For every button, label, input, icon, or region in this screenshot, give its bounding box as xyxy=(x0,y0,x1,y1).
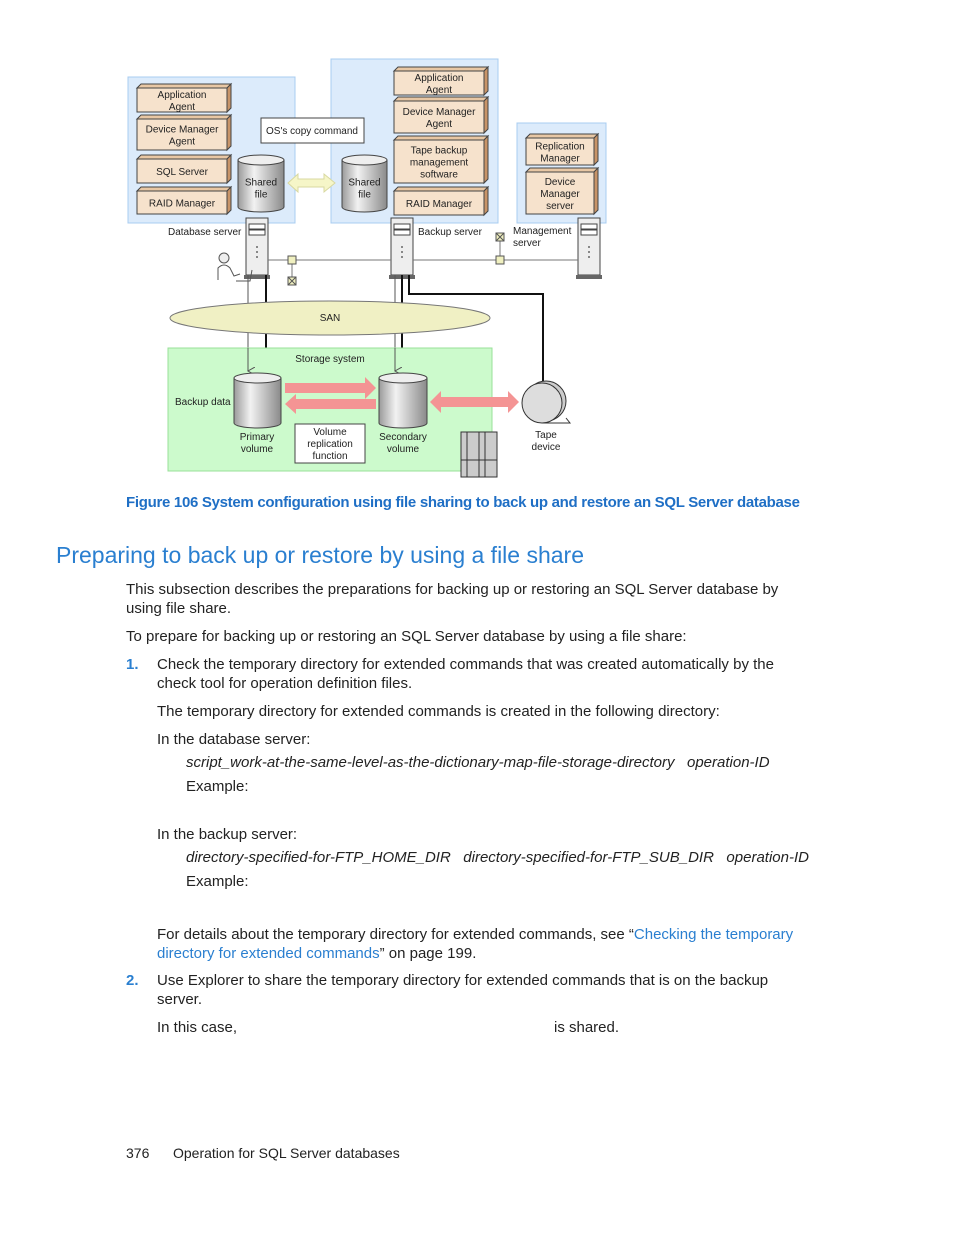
component-label: SQL Server xyxy=(156,167,209,178)
intro-paragraph: This subsection describes the preparatio… xyxy=(126,581,779,617)
network-terminator-icon xyxy=(495,232,505,242)
figure-caption: Figure 106 System configuration using fi… xyxy=(126,494,800,511)
software-component-box: Application Agent xyxy=(135,82,233,114)
san-label: SAN xyxy=(320,313,341,324)
case-text-end: is shared. xyxy=(554,1019,620,1036)
database-server-label: Database server xyxy=(168,227,242,238)
details-paragraph: For details about the temporary director… xyxy=(157,925,807,963)
software-component-box: Application Agent xyxy=(392,65,490,97)
secondary-volume-cylinder xyxy=(378,372,428,429)
shared-file-cylinder: Shared file xyxy=(341,154,388,213)
database-server-heading: In the database server: xyxy=(157,731,311,748)
tape-device-icon xyxy=(521,380,572,424)
step-paragraph: The temporary directory for extended com… xyxy=(157,703,720,720)
step-text: Check the temporary directory for extend… xyxy=(157,656,774,692)
software-component-box: RAID Manager xyxy=(392,185,490,217)
component-label: Replication Manager xyxy=(535,142,584,165)
software-component-box: Device Manager server xyxy=(524,166,600,216)
software-component-box: RAID Manager xyxy=(135,185,233,216)
disk-array-icon xyxy=(460,431,498,478)
network-hub xyxy=(287,255,297,265)
section-title: Preparing to back up or restore by using… xyxy=(56,542,585,568)
volume-replication-label: Volume replication function xyxy=(307,427,353,462)
example-label: Example: xyxy=(186,778,249,795)
software-component-box: Replication Manager xyxy=(524,132,600,167)
software-component-box: Device Manager Agent xyxy=(135,113,233,152)
details-text: ” on page 199. xyxy=(379,945,477,962)
server-tower-icon xyxy=(389,217,415,279)
shared-file-cylinder: Shared file xyxy=(237,154,285,213)
details-text: For details about the temporary director… xyxy=(157,926,634,943)
system-configuration-diagram: Application AgentDevice Manager AgentSQL S… xyxy=(127,58,607,478)
intro-paragraph-2: To prepare for backing up or restoring a… xyxy=(126,628,687,645)
backup-server-label: Backup server xyxy=(418,227,483,238)
example-label: Example: xyxy=(186,873,249,890)
page-number: 376 xyxy=(126,1145,150,1161)
network-hub xyxy=(495,255,505,265)
copy-double-arrow xyxy=(287,172,336,194)
software-component-box: Tape backup management software xyxy=(392,134,490,185)
step-text: Use Explorer to share the temporary dire… xyxy=(157,972,769,1008)
step-number: 1. xyxy=(126,656,139,673)
backup-data-label: Backup data xyxy=(175,397,231,408)
component-label: RAID Manager xyxy=(149,199,216,210)
backup-server-path: directory-specified-for-FTP_HOME_DIR dir… xyxy=(186,849,809,866)
copy-command-label: OS's copy command xyxy=(266,126,358,137)
server-tower-icon xyxy=(576,217,602,279)
database-server-path: script_work-at-the-same-level-as-the-dic… xyxy=(186,754,770,771)
backup-server-heading: In the backup server: xyxy=(157,826,298,843)
case-text: In this case, xyxy=(157,1019,238,1036)
storage-system-label: Storage system xyxy=(295,354,364,365)
tape-device-label: Tape device xyxy=(532,430,561,453)
primary-volume-label: Primary volume xyxy=(240,432,274,455)
software-component-box: Device Manager Agent xyxy=(392,95,490,135)
primary-volume-cylinder xyxy=(233,372,282,429)
server-tower-icon xyxy=(244,217,270,279)
component-label: RAID Manager xyxy=(406,199,473,210)
footer-title: Operation for SQL Server databases xyxy=(173,1145,400,1161)
software-component-box: SQL Server xyxy=(135,153,233,185)
network-terminator-icon xyxy=(287,276,297,286)
step-number: 2. xyxy=(126,972,139,989)
management-server-label: Management server xyxy=(513,226,572,249)
